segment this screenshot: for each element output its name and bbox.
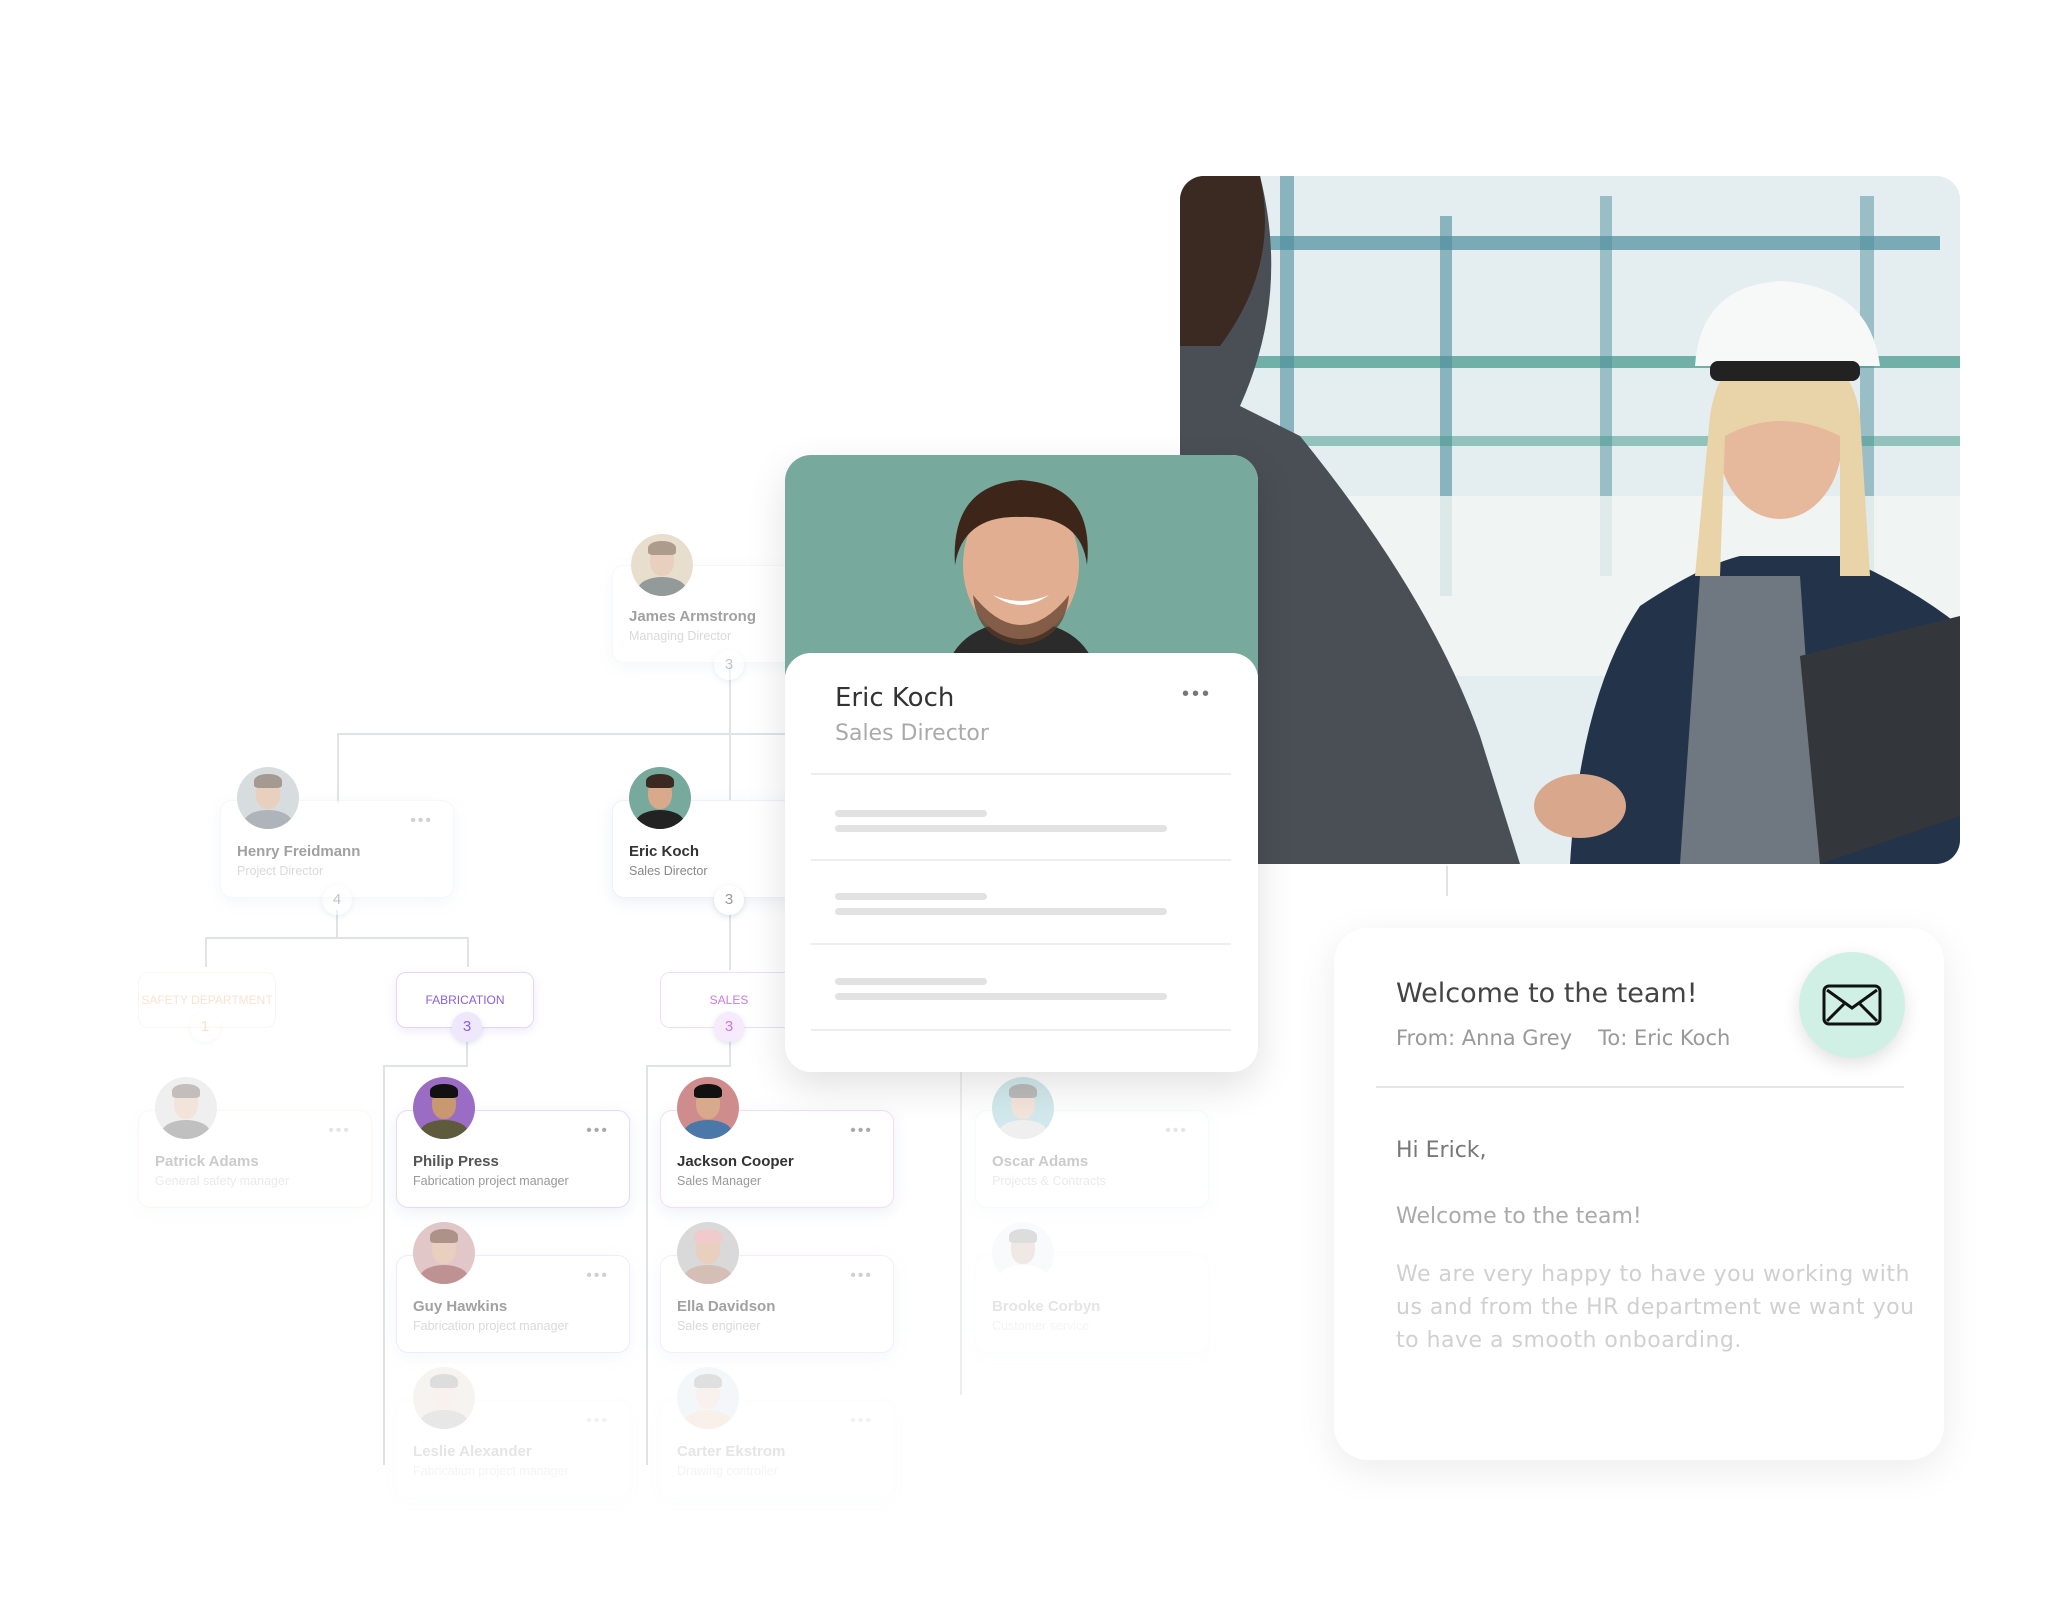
avatar <box>677 1222 739 1284</box>
email-body: We are very happy to have you working wi… <box>1396 1262 1915 1353</box>
department-count-badge[interactable]: 3 <box>452 1012 482 1042</box>
node-count-badge[interactable]: 3 <box>714 885 744 915</box>
more-horizontal-icon[interactable]: ••• <box>586 1123 609 1139</box>
org-node-employee[interactable]: ••• Guy Hawkins Fabrication project mana… <box>396 1222 630 1353</box>
node-role: General safety manager <box>155 1174 290 1188</box>
avatar <box>631 534 693 596</box>
node-name: Jackson Cooper <box>677 1153 794 1170</box>
divider <box>811 773 1231 775</box>
more-horizontal-icon[interactable]: ••• <box>850 1268 873 1284</box>
divider <box>1376 1086 1904 1088</box>
email-meta: From: Anna Grey To: Eric Koch <box>1396 1026 1730 1050</box>
node-name: Oscar Adams <box>992 1153 1089 1170</box>
placeholder-line <box>835 908 1167 915</box>
placeholder-line <box>835 993 1167 1000</box>
node-role: Managing Director <box>629 629 732 643</box>
avatar <box>992 1222 1054 1284</box>
placeholder-line <box>835 825 1167 832</box>
profile-photo <box>945 480 1097 675</box>
node-role: Sales engineer <box>677 1319 761 1333</box>
node-role: Project Director <box>237 864 324 878</box>
node-role: Fabrication project manager <box>413 1464 569 1478</box>
department-label: SALES <box>709 993 749 1007</box>
node-name: Eric Koch <box>629 843 700 860</box>
envelope-icon <box>1822 984 1882 1026</box>
node-role: Sales Director <box>629 864 708 878</box>
avatar <box>237 767 299 829</box>
org-node-employee[interactable]: ••• Leslie Alexander Fabrication project… <box>396 1367 630 1498</box>
node-role: Sales Manager <box>677 1174 762 1188</box>
profile-role: Sales Director <box>835 721 989 746</box>
email-subject: Welcome to the team! <box>1396 978 1698 1009</box>
node-name: Carter Ekstrom <box>677 1443 786 1460</box>
node-name: Brooke Corbyn <box>992 1298 1101 1315</box>
avatar <box>413 1367 475 1429</box>
placeholder-line <box>835 810 987 817</box>
email-from: From: Anna Grey <box>1396 1026 1573 1050</box>
node-count-badge[interactable]: 3 <box>714 650 744 680</box>
node-role: Customer service <box>992 1319 1090 1333</box>
profile-name: Eric Koch <box>835 683 955 713</box>
org-node-employee[interactable]: ••• Carter Ekstrom Drawing controller <box>660 1367 894 1498</box>
org-node-employee[interactable]: ••• Patrick Adams General safety manager <box>138 1077 372 1208</box>
node-role: Fabrication project manager <box>413 1174 569 1188</box>
node-name: Patrick Adams <box>155 1153 259 1170</box>
avatar <box>155 1077 217 1139</box>
divider <box>811 943 1231 945</box>
more-horizontal-icon[interactable]: ••• <box>850 1123 873 1139</box>
more-horizontal-icon[interactable]: ••• <box>410 813 433 829</box>
mail-button[interactable] <box>1799 952 1905 1058</box>
node-role: Fabrication project manager <box>413 1319 569 1333</box>
profile-body: Eric Koch Sales Director ••• <box>785 653 1258 1072</box>
avatar <box>629 767 691 829</box>
email-card[interactable]: Welcome to the team! From: Anna Grey To: … <box>1334 928 1944 1460</box>
divider <box>811 1029 1231 1031</box>
divider <box>811 859 1231 861</box>
org-node-employee[interactable]: ••• Philip Press Fabrication project man… <box>396 1077 630 1208</box>
more-horizontal-icon[interactable]: ••• <box>1182 683 1212 706</box>
node-name: Philip Press <box>413 1153 499 1170</box>
org-node-employee[interactable]: Brooke Corbyn Customer service <box>975 1222 1209 1353</box>
org-node-director[interactable]: ••• Henry Freidmann Project Director <box>220 767 454 898</box>
handshake-photo <box>1180 176 1960 864</box>
department-count-badge[interactable]: 1 <box>190 1012 220 1042</box>
node-count-badge[interactable]: 4 <box>322 885 352 915</box>
node-role: Drawing controller <box>677 1464 778 1478</box>
department-count-badge[interactable]: 3 <box>714 1012 744 1042</box>
node-name: Ella Davidson <box>677 1298 776 1315</box>
avatar <box>413 1222 475 1284</box>
profile-card[interactable]: Eric Koch Sales Director ••• <box>785 455 1258 1072</box>
avatar <box>992 1077 1054 1139</box>
department-label: FABRICATION <box>425 993 505 1007</box>
more-horizontal-icon[interactable]: ••• <box>586 1268 609 1284</box>
org-node-employee[interactable]: ••• Jackson Cooper Sales Manager <box>660 1077 894 1208</box>
node-name: Guy Hawkins <box>413 1298 508 1315</box>
department-label: SAFETY DEPARTMENT <box>141 993 273 1007</box>
profile-banner <box>785 455 1258 675</box>
more-horizontal-icon[interactable]: ••• <box>850 1413 873 1429</box>
org-node-employee[interactable]: ••• Ella Davidson Sales engineer <box>660 1222 894 1353</box>
placeholder-line <box>835 978 987 985</box>
email-welcome-line: Welcome to the team! <box>1396 1204 1642 1229</box>
more-horizontal-icon[interactable]: ••• <box>1165 1123 1188 1139</box>
email-to: To: Eric Koch <box>1598 1026 1731 1050</box>
avatar <box>413 1077 475 1139</box>
node-name: Henry Freidmann <box>237 843 361 860</box>
photo-illustration <box>1180 176 1960 864</box>
node-name: Leslie Alexander <box>413 1443 532 1460</box>
avatar <box>677 1077 739 1139</box>
org-node-root[interactable]: James Armstrong Managing Director <box>612 534 804 663</box>
org-node-employee[interactable]: ••• Oscar Adams Projects & Contracts <box>975 1077 1209 1208</box>
more-horizontal-icon[interactable]: ••• <box>586 1413 609 1429</box>
node-name: James Armstrong <box>629 608 756 625</box>
node-role: Projects & Contracts <box>992 1174 1106 1188</box>
more-horizontal-icon[interactable]: ••• <box>328 1123 351 1139</box>
avatar <box>677 1367 739 1429</box>
placeholder-line <box>835 893 987 900</box>
email-greeting: Hi Erick, <box>1396 1138 1487 1163</box>
